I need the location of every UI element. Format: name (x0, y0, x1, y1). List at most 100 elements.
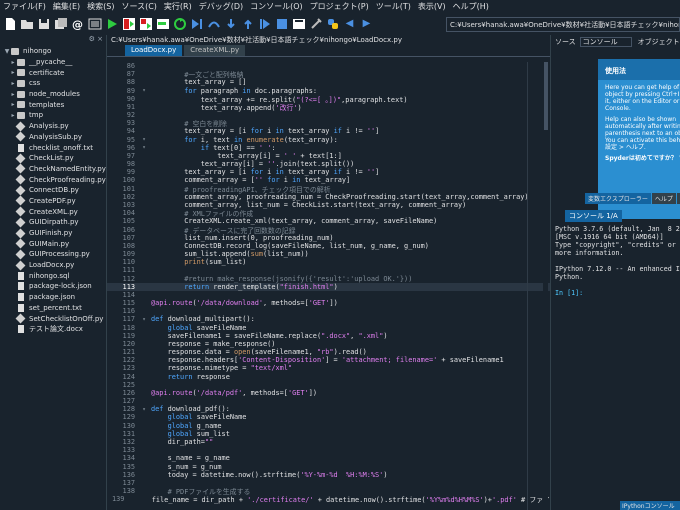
forward-arrow-icon[interactable]: ▶ (359, 17, 374, 32)
tree-file[interactable]: nihongo.sql (0, 270, 106, 281)
fold-arrow-icon[interactable]: ▾ (137, 316, 151, 323)
code-line[interactable]: 95 ▾ for i, text in enumerate(text_array)… (107, 136, 550, 144)
tree-file[interactable]: checklist_onoff.txt (0, 142, 106, 153)
menu-item[interactable]: 検索(S) (87, 1, 114, 12)
code-line[interactable]: 96 ▾ if text[0] == ' ': (107, 144, 550, 152)
code-line[interactable]: 87 #一文ごと配列格納 (107, 70, 550, 79)
code-line[interactable]: 136 today = datetime.now().strftime('%Y-… (107, 471, 550, 479)
code-line[interactable]: 112 #return make_response(jsonify({'resu… (107, 274, 550, 283)
fold-arrow-icon[interactable]: ▾ (137, 144, 151, 151)
fold-arrow-icon[interactable]: ▾ (137, 87, 151, 94)
tree-file[interactable]: CreatePDF.py (0, 196, 106, 207)
menu-item[interactable]: コンソール(O) (250, 1, 303, 12)
code-line[interactable]: 121 response.data = open(saveFilename1, … (107, 348, 550, 356)
code-line[interactable]: 119 saveFilename1 = saveFileName.replace… (107, 332, 550, 340)
run-cell-advance-icon[interactable] (138, 17, 153, 32)
tree-folder[interactable]: ▸ tmp (0, 110, 106, 121)
source-select[interactable]: コンソール (579, 36, 632, 47)
expand-arrow-icon[interactable]: ▸ (9, 112, 17, 119)
code-line[interactable]: 114 (107, 291, 550, 299)
pane-tab[interactable]: IPythonコンソール (620, 501, 677, 510)
code-line[interactable]: 124 return response (107, 373, 550, 381)
pane-tab[interactable]: ヘルプ (651, 193, 676, 204)
code-line[interactable]: 107 list_num.insert(0, proofreading_num) (107, 234, 550, 242)
tree-file[interactable]: ConnectDB.py (0, 185, 106, 196)
working-directory-input[interactable]: C:¥Users¥hanak.awa¥OneDrive¥数材¥社活動¥日本語チェ… (446, 17, 680, 32)
console-tab[interactable]: コンソール 1/A (565, 209, 622, 222)
code-line[interactable]: 125 (107, 381, 550, 389)
editor-scrollbar-thumb[interactable] (544, 62, 548, 130)
tree-file[interactable]: AnalysisSub.py (0, 131, 106, 143)
fold-arrow-icon[interactable]: ▾ (137, 406, 151, 413)
code-line[interactable]: 131 global sum_list (107, 430, 550, 438)
code-line[interactable]: 118 global saveFileName (107, 324, 550, 332)
code-line[interactable]: 111 (107, 266, 550, 274)
code-line[interactable]: 133 (107, 446, 550, 454)
tree-file[interactable]: set_percent.txt (0, 303, 106, 314)
editor-tab[interactable]: LoadDocx.py (125, 45, 183, 56)
tree-file[interactable]: GUIFinish.py (0, 228, 106, 239)
pane-tab[interactable]: ヒ (676, 501, 680, 510)
tree-folder[interactable]: ▸ css (0, 78, 106, 89)
run-icon[interactable] (104, 17, 119, 32)
menu-item[interactable]: ファイル(F) (3, 1, 46, 12)
run-cell-icon[interactable] (121, 17, 136, 32)
tree-file[interactable]: GUIDirpath.py (0, 217, 106, 228)
code-line[interactable]: 120 response = make_response() (107, 340, 550, 348)
menu-item[interactable]: プロジェクト(P) (310, 1, 369, 12)
run-selection-icon[interactable] (155, 17, 170, 32)
step-return-icon[interactable] (240, 17, 255, 32)
pane-tab[interactable]: 変数エクスプローラー (585, 193, 651, 204)
expand-arrow-icon[interactable]: ▼ (3, 48, 11, 55)
expand-arrow-icon[interactable]: ▸ (9, 80, 17, 87)
tree-file[interactable]: GUIMain.py (0, 238, 106, 249)
menu-item[interactable]: 編集(E) (53, 1, 80, 12)
new-file-icon[interactable] (2, 17, 17, 32)
code-line[interactable]: 113 return render_template("finish.html"… (107, 282, 550, 291)
code-line[interactable]: 97 text_array[i] = ' ' + text[1:] (107, 152, 550, 160)
maximize-pane-icon[interactable] (291, 17, 306, 32)
code-area[interactable]: 86 87 #一文ごと配列格納 88 text_array = [] 89 ▾ for … (107, 62, 550, 510)
menu-item[interactable]: ツール(T) (376, 1, 411, 12)
code-line[interactable]: 123 response.mimetype = "text/xml" (107, 364, 550, 372)
preferences-icon[interactable] (308, 17, 323, 32)
fold-arrow-icon[interactable]: ▾ (137, 136, 151, 143)
code-line[interactable]: 91 text_array.append('改行') (107, 103, 550, 112)
tree-file[interactable]: CheckProofreading.py (0, 174, 106, 185)
rerun-icon[interactable] (172, 17, 187, 32)
tree-file[interactable]: GUIProcessing.py (0, 249, 106, 260)
editor-tab[interactable]: CreateXML.py (184, 45, 246, 56)
step-into-icon[interactable] (223, 17, 238, 32)
back-arrow-icon[interactable]: ◀ (342, 17, 357, 32)
email-icon[interactable]: @ (70, 17, 85, 32)
tree-file[interactable]: Analysis.py (0, 121, 106, 132)
tree-file[interactable]: CreateXML.py (0, 206, 106, 217)
tree-file[interactable]: CheckList.py (0, 153, 106, 164)
code-line[interactable]: 109 sum_list.append(sum(list_num)) (107, 250, 550, 258)
console-output[interactable]: Python 3.7.6 (default, Jan 8 20 [MSC v.19… (555, 225, 680, 495)
tree-file[interactable]: package.json (0, 292, 106, 303)
tree-file[interactable]: SetChecklistOnOff.py (0, 313, 106, 324)
code-line[interactable]: 101 # proofreadingAPI、チェック項目での解析 (107, 185, 550, 194)
save-icon[interactable] (36, 17, 51, 32)
expand-arrow-icon[interactable]: ▸ (9, 101, 17, 108)
step-icon[interactable] (206, 17, 221, 32)
code-line[interactable]: 88 text_array = [] (107, 78, 550, 86)
help-tour-link[interactable]: Spyderは初めてですか？ ツアー (598, 151, 680, 162)
tree-folder[interactable]: ▸ node_modules (0, 89, 106, 100)
menu-item[interactable]: デバッグ(D) (199, 1, 243, 12)
code-line[interactable]: 128 ▾ def download_pdf(): (107, 405, 550, 413)
code-line[interactable]: 116 (107, 307, 550, 315)
pane-options-icon[interactable]: ⚙ × (0, 35, 106, 46)
continue-icon[interactable] (257, 17, 272, 32)
stop-icon[interactable] (274, 17, 289, 32)
code-line[interactable]: 93 # 空白を削除 (107, 119, 550, 128)
menu-item[interactable]: 実行(R) (164, 1, 192, 12)
code-line[interactable]: 134 s_name = g_name (107, 454, 550, 462)
list-icon[interactable] (87, 17, 102, 32)
code-line[interactable]: 122 response.headers['Content-Dispositio… (107, 356, 550, 364)
tree-folder[interactable]: ▼ nihongo (0, 46, 106, 57)
menu-item[interactable]: ヘルプ(H) (453, 1, 489, 12)
code-line[interactable]: 110 print(sum_list) (107, 258, 550, 266)
code-line[interactable]: 129 global saveFileName (107, 413, 550, 421)
